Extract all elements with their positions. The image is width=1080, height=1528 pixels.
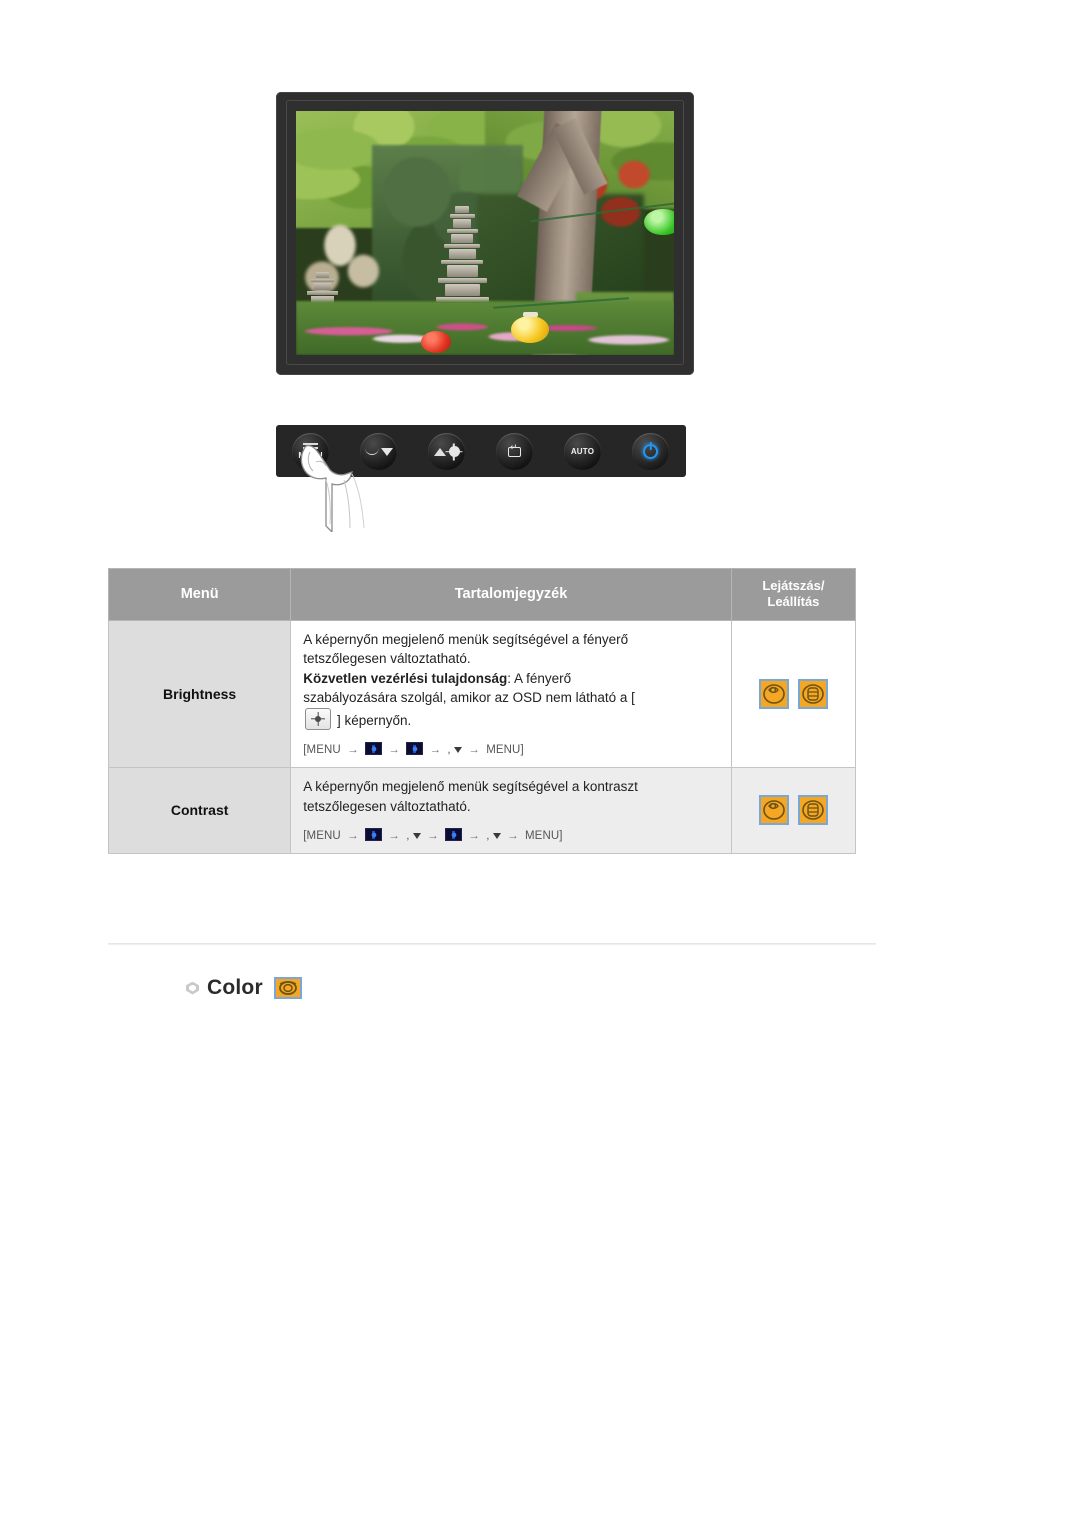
down-key-icon — [412, 833, 421, 840]
table-row: Brightness A képernyőn megjelenő menük s… — [107, 619, 857, 768]
chevron-down-icon — [380, 447, 393, 456]
scene-stone-pagoda — [435, 206, 489, 308]
mountain-icon — [433, 447, 446, 456]
color-osd-icon[interactable] — [273, 977, 302, 999]
desc-line-2: tetszőlegesen változtatható. — [303, 798, 471, 814]
auto-button[interactable]: AUTO — [564, 433, 601, 470]
row-name-contrast: Contrast — [107, 766, 292, 854]
play-icon[interactable] — [758, 795, 789, 826]
osd-icon-1 — [365, 828, 382, 842]
osd-icon-2 — [406, 742, 424, 756]
seq-open: [MENU — [303, 830, 341, 843]
down-key-icon — [454, 747, 462, 754]
desc-line-3: : A fényerő — [507, 670, 572, 686]
mountain-sun-icon — [448, 446, 460, 457]
scene-flower-bed — [296, 301, 674, 355]
section-divider — [108, 943, 876, 945]
table-header-row: Menü Tartalomjegyzék Lejátszás/ Leállítá… — [107, 568, 857, 621]
auto-button-label: AUTO — [570, 446, 595, 456]
row-icons-contrast — [730, 766, 857, 854]
header-play-stop-line1: Lejátszás/ — [762, 578, 825, 593]
osd-icon-3 — [445, 828, 462, 842]
desc-line-1: A képernyőn megjelenő menük segítségével… — [303, 631, 629, 647]
header-menu: Menü — [107, 568, 292, 621]
pressing-hand-icon — [300, 444, 365, 532]
header-play-stop-line2: Leállítás — [767, 594, 820, 610]
row-icons-brightness — [730, 619, 857, 768]
osd-function-table: Menü Tartalomjegyzék Lejátszás/ Leállítá… — [107, 568, 857, 854]
down-key-icon — [492, 833, 501, 840]
enter-button[interactable] — [496, 433, 533, 470]
monitor-illustration — [276, 92, 694, 375]
desc-line-5: ] képernyőn. — [337, 712, 412, 728]
monitor-screen — [296, 111, 674, 355]
power-icon — [643, 444, 658, 459]
color-section-heading: Color — [186, 976, 305, 1000]
desc-bold-term: Közvetlen vezérlési tulajdonság — [303, 670, 508, 686]
seq-close: MENU] — [525, 830, 563, 843]
stop-icon[interactable] — [798, 678, 829, 709]
table-row: Contrast A képernyőn megjelenő menük seg… — [107, 766, 857, 854]
play-icon[interactable] — [758, 678, 789, 709]
stop-icon[interactable] — [798, 795, 829, 826]
desc-line-1: A képernyőn megjelenő menük segítségével… — [303, 778, 638, 794]
brightness-sun-icon — [305, 707, 332, 730]
red-lantern — [420, 330, 451, 353]
header-contents: Tartalomjegyzék — [290, 568, 732, 621]
brightness-button[interactable] — [428, 433, 465, 470]
desc-line-4: szabályozására szolgál, amikor az OSD ne… — [303, 690, 635, 706]
contrast-key-sequence: [MENU → → , → → , → MENU] — [303, 828, 563, 843]
brightness-key-sequence: [MENU → → → , → MENU] — [303, 742, 524, 757]
seq-close: MENU] — [486, 744, 524, 757]
osd-icon-1 — [365, 742, 382, 756]
enter-icon — [508, 443, 521, 457]
row-name-brightness: Brightness — [107, 619, 292, 768]
power-button[interactable] — [632, 433, 669, 470]
row-desc-brightness: A képernyőn megjelenő menük segítségével… — [290, 619, 732, 768]
desc-line-2: tetszőlegesen változtatható. — [303, 651, 471, 667]
row-desc-contrast: A képernyőn megjelenő menük segítségével… — [290, 766, 732, 854]
bullet-diamond-icon — [186, 981, 199, 995]
color-heading-label: Color — [207, 976, 263, 999]
yellow-lantern — [511, 311, 550, 343]
header-play-stop: Lejátszás/ Leállítás — [730, 568, 857, 621]
seq-open: [MENU — [303, 744, 341, 757]
